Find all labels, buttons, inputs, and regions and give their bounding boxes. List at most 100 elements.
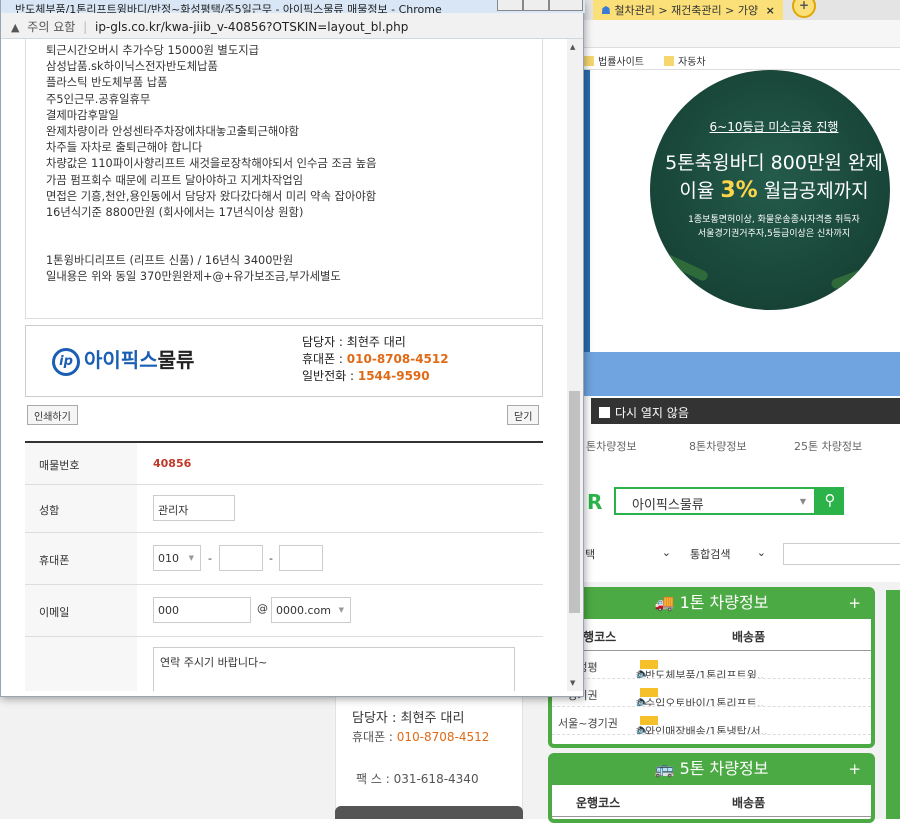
desc-line: 결제마감후말일: [46, 108, 119, 122]
at-sign: @: [257, 602, 268, 615]
list-item[interactable]: ~화성평🔈* 반도체부품/1톤리프트윙..: [552, 651, 871, 679]
manager-name: 담당자 : 최현주 대리: [302, 335, 406, 349]
name-input[interactable]: 관리자: [153, 495, 235, 521]
hero-note: 1종보통면허이상, 화물운송종사자격증 취득자 서울경기권거주자,5등급이상은 신…: [688, 215, 860, 239]
scrollbar[interactable]: ▲ ▼: [567, 39, 583, 691]
close-button[interactable]: 닫기: [507, 405, 540, 425]
desc-line: 일내용은 위와 동일 370만원완제+@+유가보조금,부가세별도: [46, 270, 341, 284]
panel-columns: 운행코스 배송품: [552, 785, 871, 817]
phone-label: 휴대폰: [25, 533, 137, 584]
close-window-button[interactable]: [549, 0, 583, 11]
form-row-message: 연락 주시기 바랍니다~: [25, 637, 543, 691]
minimize-button[interactable]: [497, 0, 523, 11]
chevron-down-icon: ⌄: [756, 546, 766, 559]
panel-columns: 운행코스 배송품: [552, 619, 871, 651]
blue-band: [580, 352, 900, 396]
more-button[interactable]: +: [848, 757, 861, 781]
listing-no-label: 매물번호: [25, 443, 137, 484]
dont-show-again[interactable]: 다시 열지 않음: [591, 398, 900, 424]
scroll-down-icon[interactable]: ▼: [570, 679, 575, 687]
folder-icon: [584, 56, 594, 66]
company-card: ip 아이픽스물류 담당자 : 최현주 대리 휴대폰 : 010-8708-451…: [25, 325, 543, 397]
list-item[interactable]: 서울~경기권 🔈 * 와인매장배송/1톤냉탑/서..: [552, 707, 871, 735]
right-panel-edge: [886, 590, 900, 819]
phone-middle-input[interactable]: [219, 545, 263, 571]
tab-close-icon[interactable]: ×: [766, 4, 775, 17]
maximize-button[interactable]: [523, 0, 549, 11]
description-box: 퇴근시간오버시 추가수당 15000원 별도지급 삼성납품.sk하이닉스전자반도…: [25, 39, 543, 319]
filter-select[interactable]: 택 ⌄: [583, 543, 673, 565]
name-label: 성함: [25, 485, 137, 532]
listing-no-value: 40856: [153, 457, 192, 470]
category-item[interactable]: 톤차량정보: [586, 438, 637, 454]
form-row-phone: 휴대폰 010 ▼ - -: [25, 533, 543, 585]
contact-phone: 휴대폰 : 010-8708-4512: [352, 730, 490, 744]
company-contact: 담당자 : 최현주 대리 휴대폰 : 010-8708-4512 일반전화 : …: [302, 334, 449, 385]
bookmark-item[interactable]: 법률사이트: [584, 53, 644, 68]
search-type-select[interactable]: 통합검색 ⌄: [688, 543, 768, 565]
hero-text: 6~10등급 미소금융 진행 5톤축윙바디 800만원 완제 이율 3% 월급공…: [653, 118, 895, 241]
phone-prefix-select[interactable]: 010 ▼: [153, 545, 201, 571]
desc-line: 완제차량이라 안성센타주차장에차대놓고출퇴근해야함: [46, 125, 300, 139]
message-textarea[interactable]: 연락 주시기 바랍니다~: [153, 647, 515, 691]
company-select[interactable]: 아이픽스물류 ▼: [614, 487, 816, 515]
search-icon: ⚲: [824, 491, 836, 509]
logo-mark-icon: ip: [52, 348, 80, 376]
print-button[interactable]: 인쇄하기: [27, 405, 78, 425]
chevron-down-icon: ▼: [188, 554, 194, 562]
form-row-listing: 매물번호 40856: [25, 443, 543, 485]
keyword-input[interactable]: [783, 543, 900, 565]
desc-line: 삼성납품.sk하이닉스전자반도체납품: [46, 60, 218, 74]
panel-1ton: 🚚 1톤 차량정보+ 운행코스 배송품 ~화성평🔈* 반도체부품/1톤리프트윙.…: [548, 587, 875, 748]
desc-line: 차량값은 110파이사향리프트 새것을로장착해야되서 인수금 조금 높음: [46, 157, 377, 171]
address-bar[interactable]: ▲ 주의 요함 | ip-gls.co.kr/kwa-jiib_v-40856?…: [1, 13, 583, 39]
popup-content: 퇴근시간오버시 추가수당 15000원 별도지급 삼성납품.sk하이닉스전자반도…: [1, 39, 567, 691]
desc-line: 플라스틱 반도체부품 납품: [46, 76, 168, 90]
email-domain-select[interactable]: 0000.com ▼: [271, 597, 351, 623]
desc-line: 주5인근무.공휴일휴무: [46, 92, 151, 106]
desc-line: 16년식기준 8800만원 (회사에서는 17년식이상 원함): [46, 206, 304, 220]
mobile-line: 휴대폰 : 010-8708-4512: [302, 352, 449, 366]
contact-box: 담당자 : 최현주 대리 휴대폰 : 010-8708-4512 팩 스 : 0…: [335, 695, 523, 819]
site-logo-fragment: R: [587, 490, 603, 514]
background-address-bar: [580, 20, 900, 48]
chevron-down-icon: ▼: [799, 497, 806, 506]
hero-line3: 이율 3% 월급공제까지: [679, 178, 869, 203]
checkbox[interactable]: [599, 407, 610, 418]
browser-tab[interactable]: ☗ 철차관리 > 재건축관리 > 가양 ×: [593, 0, 783, 20]
folder-icon: [664, 56, 674, 66]
security-warning: 주의 요함: [27, 20, 76, 34]
tel-line: 일반전화 : 1544-9590: [302, 369, 430, 383]
phone-last-input[interactable]: [279, 545, 323, 571]
more-button[interactable]: +: [848, 591, 861, 615]
bookmark-item[interactable]: 자동차: [664, 53, 706, 68]
scroll-up-icon[interactable]: ▲: [570, 43, 575, 51]
search-button[interactable]: ⚲: [816, 487, 844, 515]
popup-window: 반도체부품/1톤리프트윙바디/반정~화성평택/주5일근무 - 아이픽스물류 매물…: [0, 0, 585, 697]
desc-line: 면접은 기흥,천안,용인동에서 담당자 왔다갔다해서 미리 약속 잡아야함: [46, 189, 377, 203]
panel-header[interactable]: 🚌 5톤 차량정보 +: [552, 757, 871, 785]
tab-title: 철차관리 > 재건축관리 > 가양: [614, 4, 759, 17]
chevron-down-icon: ▼: [338, 606, 344, 614]
desc-line: 가끔 펌프회수 때문에 리프트 달아야하고 지게차작업임: [46, 173, 303, 187]
contact-fax: 팩 스 : 031-618-4340: [356, 772, 479, 786]
scroll-thumb[interactable]: [569, 391, 580, 613]
list-item[interactable]: ~경기권🔈* 수입오토바이/1톤리프트..: [552, 679, 871, 707]
company-logo: ip 아이픽스물류: [52, 344, 194, 376]
home-icon: ☗: [601, 4, 611, 17]
chevron-down-icon: ⌄: [661, 546, 671, 559]
truck-icon: 🚚: [654, 593, 675, 612]
category-item[interactable]: 8톤차량정보: [689, 438, 747, 454]
url-text: ip-gls.co.kr/kwa-jiib_v-40856?OTSKIN=lay…: [94, 20, 409, 34]
window-title: 반도체부품/1톤리프트윙바디/반정~화성평택/주5일근무 - 아이픽스물류 매물…: [15, 3, 442, 13]
gray-button[interactable]: [335, 806, 523, 819]
category-item[interactable]: 25톤 차량정보: [794, 438, 862, 454]
bus-icon: 🚌: [654, 759, 675, 778]
bookmarks-bar: 법률사이트 자동차: [580, 48, 900, 70]
desc-line: 차주들 자차로 출퇴근해야 합니다: [46, 141, 203, 155]
panel-5ton: 🚌 5톤 차량정보 + 운행코스 배송품: [548, 753, 875, 823]
email-id-input[interactable]: 000: [153, 597, 251, 623]
panel-header[interactable]: 🚚 1톤 차량정보 +: [552, 591, 871, 619]
warning-icon: ▲: [11, 21, 20, 34]
form-row-name: 성함 관리자: [25, 485, 543, 533]
